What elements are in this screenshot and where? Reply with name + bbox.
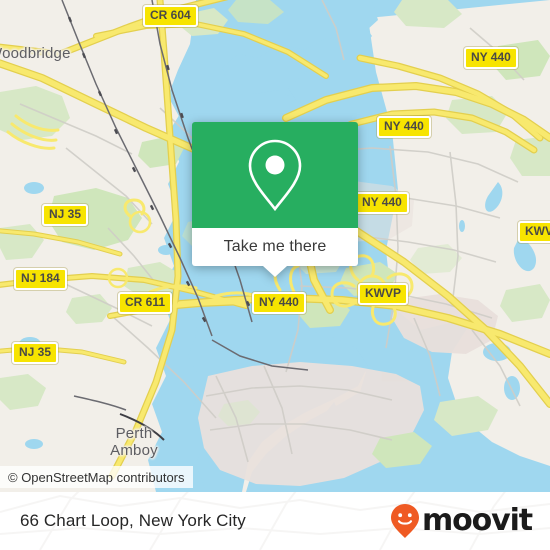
road-shield-ny-440-north[interactable]: NY 440 xyxy=(464,47,518,69)
pond xyxy=(25,439,43,449)
popup-tail xyxy=(263,266,287,277)
road-shield-ny-440-mid[interactable]: NY 440 xyxy=(377,116,431,138)
road-shield-nj-35-north[interactable]: NJ 35 xyxy=(42,204,89,226)
moovit-wordmark: moovit xyxy=(421,503,533,538)
location-popup-card[interactable]: Take me there xyxy=(192,122,358,277)
map-canvas[interactable]: Woodbridge PerthAmboy CR 604 NY 440 NY 4… xyxy=(0,0,550,492)
moovit-logo[interactable]: moovit xyxy=(390,503,533,539)
moovit-pin-smiley-icon xyxy=(390,504,419,538)
osm-attribution[interactable]: © OpenStreetMap contributors xyxy=(0,466,193,488)
pond-small xyxy=(459,220,465,232)
road-shield-kwvp-east[interactable]: KWVP xyxy=(518,221,550,243)
location-pin-icon xyxy=(248,139,302,212)
take-me-there-label: Take me there xyxy=(223,238,327,255)
popup-pin-panel xyxy=(192,122,358,228)
road-shield-kwvp-interchange[interactable]: KWVP xyxy=(358,283,408,305)
road-shield-nj-184[interactable]: NJ 184 xyxy=(14,268,67,290)
road-shield-nj-35-south[interactable]: NJ 35 xyxy=(12,342,59,364)
road-shield-ny-440-south[interactable]: NY 440 xyxy=(252,292,306,314)
take-me-there-button[interactable]: Take me there xyxy=(192,228,358,277)
road-shield-cr-604[interactable]: CR 604 xyxy=(143,5,198,27)
map-screenshot: Woodbridge PerthAmboy CR 604 NY 440 NY 4… xyxy=(0,0,550,550)
footer-bar: 66 Chart Loop, New York City moovit xyxy=(0,492,550,550)
pond xyxy=(24,182,44,194)
road-shield-cr-611[interactable]: CR 611 xyxy=(118,292,173,314)
address-label: 66 Chart Loop, New York City xyxy=(20,511,246,530)
road-shield-ny-440-west[interactable]: NY 440 xyxy=(355,192,409,214)
